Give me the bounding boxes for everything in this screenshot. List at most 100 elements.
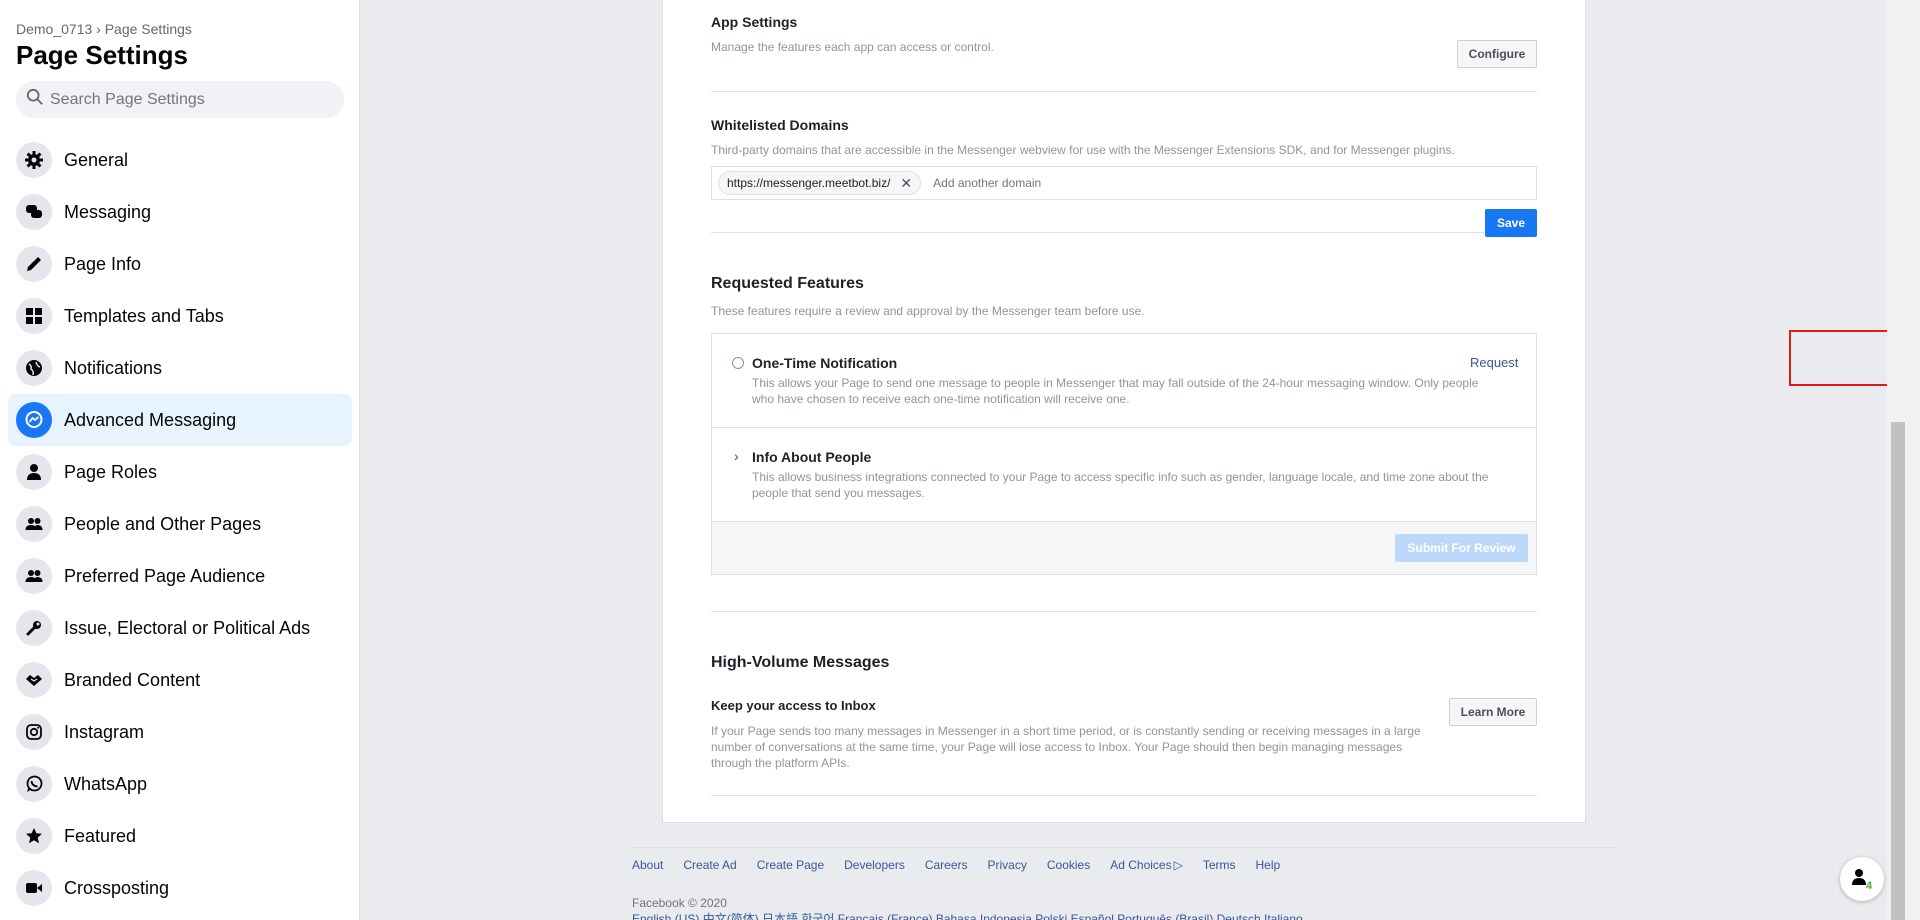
sidebar-item-issue-electoral-political-ads[interactable]: Issue, Electoral or Political Ads	[8, 602, 352, 654]
sidebar-item-instagram[interactable]: Instagram	[8, 706, 352, 758]
requested-features-title: Requested Features	[711, 275, 864, 292]
whitelisted-domains-description: Third-party domains that are accessible …	[711, 143, 1455, 157]
grid-icon	[16, 298, 52, 334]
sidebar-item-label: Advanced Messaging	[64, 409, 237, 430]
language-list[interactable]: English (US) 中文(简体) 日本語 한국어 Français (Fr…	[632, 910, 1303, 920]
sidebar-item-label: Page Roles	[64, 461, 158, 482]
footer-link-terms[interactable]: Terms	[1203, 858, 1236, 872]
sidebar-item-general[interactable]: General	[8, 134, 352, 186]
feature-info-about-people[interactable]: › Info About People This allows business…	[712, 428, 1536, 522]
contacts-floating-button[interactable]: 4	[1840, 857, 1884, 901]
gear-icon	[16, 142, 52, 178]
sidebar-item-notifications[interactable]: Notifications	[8, 342, 352, 394]
settings-card: App Settings Manage the features each ap…	[662, 0, 1586, 823]
divider	[711, 232, 1537, 233]
footer-link-help[interactable]: Help	[1256, 858, 1281, 872]
video-camera-icon	[16, 870, 52, 906]
sidebar-item-label: Crossposting	[64, 877, 170, 898]
footer-link-create-ad[interactable]: Create Ad	[683, 858, 736, 872]
star-icon	[16, 818, 52, 854]
domain-chip: https://messenger.meetbot.biz/ ✕	[718, 171, 922, 195]
footer-link-ad-choices-label: Ad Choices	[1110, 858, 1172, 872]
breadcrumb[interactable]: Demo_0713 › Page Settings	[16, 21, 192, 37]
page-title: Page Settings	[16, 40, 188, 70]
submit-for-review-button[interactable]: Submit For Review	[1395, 534, 1528, 562]
feature-description: This allows your Page to send one messag…	[752, 376, 1479, 406]
footer-link-create-page[interactable]: Create Page	[757, 858, 824, 872]
feature-title: One-Time Notification	[752, 355, 898, 371]
divider	[711, 795, 1537, 796]
ad-choices-icon: ▷	[1173, 858, 1183, 872]
messenger-icon	[16, 402, 52, 438]
sidebar-item-label: General	[64, 149, 129, 170]
wrench-icon	[16, 610, 52, 646]
sidebar-item-label: Notifications	[64, 357, 163, 378]
feature-radio[interactable]	[732, 357, 744, 369]
footer-link-about[interactable]: About	[632, 858, 663, 872]
sidebar-item-label: People and Other Pages	[64, 513, 262, 534]
sidebar-item-people-and-other-pages[interactable]: People and Other Pages	[8, 498, 352, 550]
people-icon	[16, 506, 52, 542]
sidebar-item-label: WhatsApp	[64, 773, 148, 794]
copyright: Facebook © 2020	[632, 896, 727, 910]
sidebar-item-advanced-messaging[interactable]: Advanced Messaging	[8, 394, 352, 446]
footer-link-ad-choices[interactable]: Ad Choices ▷	[1110, 858, 1183, 872]
configure-button[interactable]: Configure	[1457, 40, 1537, 68]
add-domain-input[interactable]	[933, 176, 1234, 190]
whitelisted-domains-title: Whitelisted Domains	[711, 117, 849, 133]
sidebar-item-whatsapp[interactable]: WhatsApp	[8, 758, 352, 810]
divider	[711, 611, 1537, 612]
footer-link-developers[interactable]: Developers	[844, 858, 905, 872]
request-link[interactable]: Request	[1470, 355, 1518, 370]
sidebar-item-label: Branded Content	[64, 669, 201, 690]
sidebar-item-label: Featured	[64, 825, 137, 846]
domain-input-box[interactable]: https://messenger.meetbot.biz/ ✕	[711, 166, 1537, 200]
sidebar-item-label: Preferred Page Audience	[64, 565, 266, 586]
feature-description: This allows business integrations connec…	[752, 470, 1489, 500]
sidebar-item-templates-and-tabs[interactable]: Templates and Tabs	[8, 290, 352, 342]
sidebar-item-featured[interactable]: Featured	[8, 810, 352, 862]
close-icon[interactable]: ✕	[900, 175, 912, 192]
main-content: App Settings Manage the features each ap…	[361, 0, 1902, 920]
sidebar-item-branded-content[interactable]: Branded Content	[8, 654, 352, 706]
save-button[interactable]: Save	[1485, 209, 1537, 237]
instagram-icon	[16, 714, 52, 750]
sidebar-item-label: Instagram	[64, 721, 145, 742]
sidebar: Demo_0713 › Page Settings Page Settings …	[0, 0, 360, 920]
whatsapp-icon	[16, 766, 52, 802]
sidebar-item-messaging[interactable]: Messaging	[8, 186, 352, 238]
sidebar-item-page-roles[interactable]: Page Roles	[8, 446, 352, 498]
sidebar-item-crossposting[interactable]: Crossposting	[8, 862, 352, 914]
divider	[711, 91, 1537, 92]
globe-icon	[16, 350, 52, 386]
search-input[interactable]	[50, 90, 330, 109]
footer-link-cookies[interactable]: Cookies	[1047, 858, 1090, 872]
sidebar-item-label: Messaging	[64, 201, 152, 222]
scrollbar-thumb[interactable]	[1891, 422, 1905, 920]
count-badge: 4	[1866, 880, 1873, 892]
app-settings-description: Manage the features each app can access …	[711, 40, 994, 54]
sidebar-nav: General Messaging Page Info Templates an…	[8, 134, 352, 914]
sidebar-item-page-info[interactable]: Page Info	[8, 238, 352, 290]
high-volume-title: High-Volume Messages	[711, 654, 890, 671]
pencil-icon	[16, 246, 52, 282]
learn-more-button[interactable]: Learn More	[1449, 698, 1537, 726]
high-volume-subtitle: Keep your access to Inbox	[711, 698, 876, 713]
app-settings-title: App Settings	[711, 14, 798, 30]
sidebar-item-preferred-page-audience[interactable]: Preferred Page Audience	[8, 550, 352, 602]
footer-link-privacy[interactable]: Privacy	[988, 858, 1027, 872]
footer-link-careers[interactable]: Careers	[925, 858, 968, 872]
feature-one-time-notification: One-Time Notification This allows your P…	[712, 334, 1536, 428]
scrollbar[interactable]	[1887, 0, 1920, 920]
chevron-right-icon[interactable]: ›	[734, 448, 739, 464]
features-list: One-Time Notification This allows your P…	[711, 333, 1537, 575]
high-volume-description: If your Page sends too many messages in …	[711, 724, 1421, 770]
search-box[interactable]	[16, 81, 344, 118]
features-footer: Submit For Review	[712, 522, 1536, 574]
footer-divider	[632, 847, 1616, 848]
chat-bubbles-icon	[16, 194, 52, 230]
domain-chip-label: https://messenger.meetbot.biz/	[727, 176, 891, 190]
footer-links: About Create Ad Create Page Developers C…	[632, 858, 1300, 872]
handshake-icon	[16, 662, 52, 698]
feature-title: Info About People	[752, 449, 872, 465]
